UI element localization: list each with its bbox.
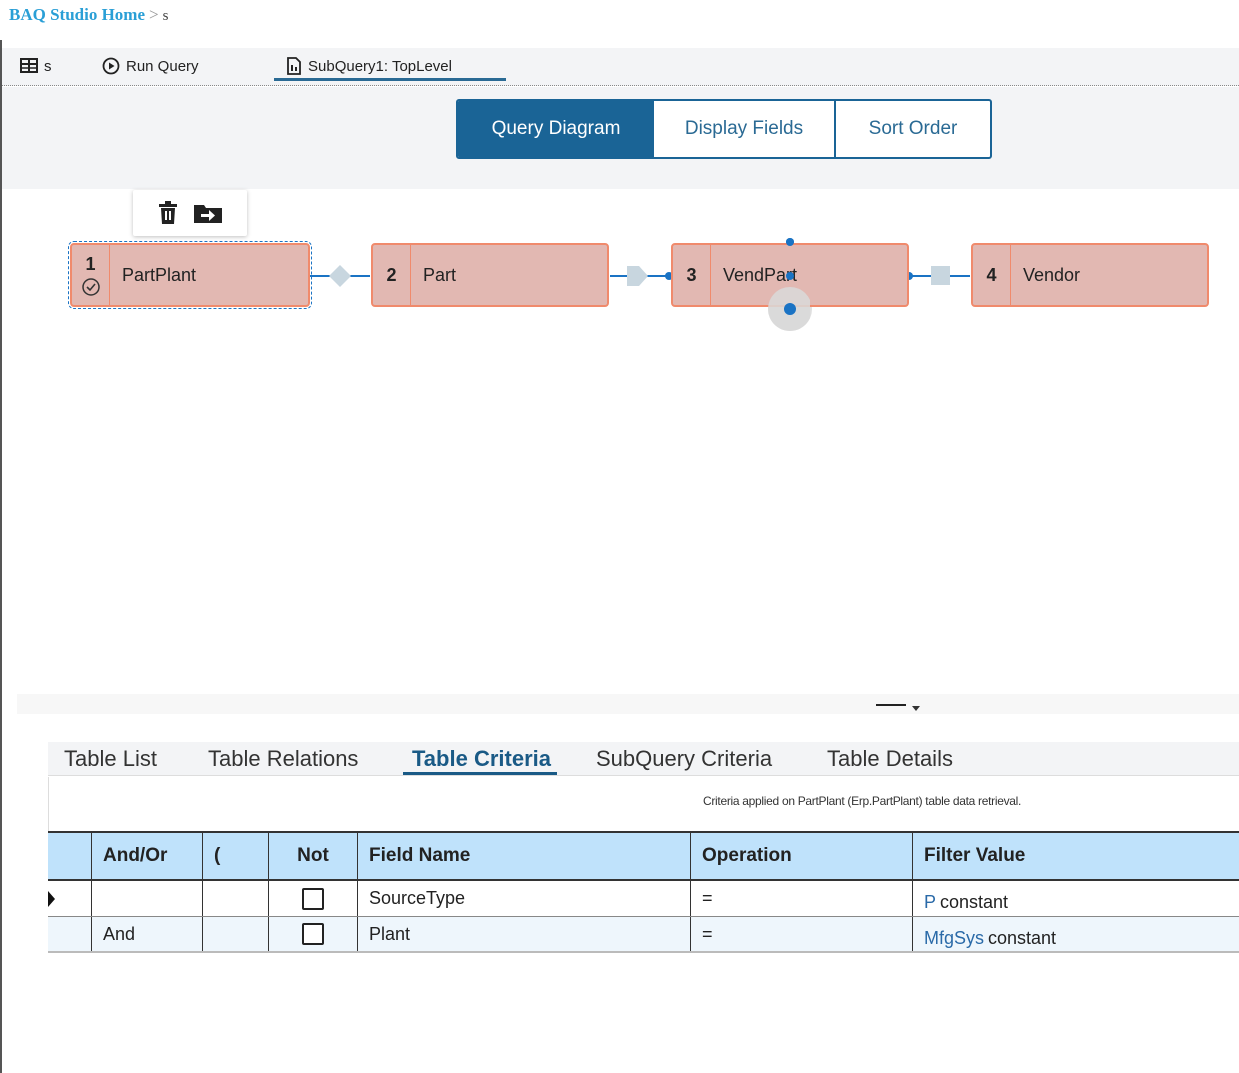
panel-splitter[interactable]: [17, 694, 1239, 714]
tab-table-criteria[interactable]: Table Criteria: [412, 742, 551, 776]
criteria-note: Criteria applied on PartPlant (Erp.PartP…: [703, 794, 1022, 808]
node-action-toolbar: [133, 190, 247, 236]
column-header-and-or[interactable]: And/Or: [92, 833, 203, 879]
not-checkbox[interactable]: [302, 923, 324, 945]
column-header-operation[interactable]: Operation: [691, 833, 913, 879]
table-row[interactable]: SourceType = Pconstant: [48, 881, 1239, 917]
table-row[interactable]: And Plant = MfgSys constant: [48, 917, 1239, 953]
cell-not: [269, 917, 358, 951]
tab-sort-order[interactable]: Sort Order: [836, 101, 990, 157]
tab-display-fields[interactable]: Display Fields: [654, 101, 836, 157]
cell-paren[interactable]: [203, 881, 269, 916]
left-border: [0, 40, 2, 1073]
grid-header-row: And/Or ( Not Field Name Operation Filter…: [48, 831, 1239, 881]
toolbar: s Run Query SubQuery1: TopLevel: [2, 48, 1239, 86]
move-node-button[interactable]: [193, 202, 223, 224]
cell-field-name[interactable]: SourceType: [358, 881, 691, 916]
run-query-label: Run Query: [126, 57, 199, 75]
column-header-not[interactable]: Not: [269, 833, 358, 879]
resize-handle-bottom: [784, 303, 796, 315]
subquery-tab-indicator: [274, 78, 506, 81]
query-name-label: s: [44, 57, 52, 75]
node-number: 3: [673, 245, 711, 305]
table-node-part[interactable]: 2 Part: [371, 243, 609, 307]
cell-operation[interactable]: =: [691, 917, 913, 951]
cell-and-or[interactable]: [92, 881, 203, 916]
column-header-filter-value[interactable]: Filter Value: [913, 833, 1239, 879]
node-number: 2: [373, 245, 411, 305]
not-checkbox[interactable]: [302, 887, 324, 910]
node-label: Vendor: [1023, 264, 1081, 285]
column-header-paren[interactable]: (: [203, 833, 269, 879]
play-circle-icon: [102, 57, 120, 75]
cell-not: [269, 881, 358, 916]
run-query-button[interactable]: Run Query: [102, 53, 199, 79]
cell-paren[interactable]: [203, 917, 269, 951]
join-square-3-4: [931, 266, 950, 285]
resize-handle-top: [786, 238, 794, 246]
subquery-tab[interactable]: SubQuery1: TopLevel: [286, 53, 452, 79]
filter-value-link[interactable]: P: [924, 892, 936, 913]
column-header-field-name[interactable]: Field Name: [358, 833, 691, 879]
tab-subquery-criteria[interactable]: SubQuery Criteria: [596, 742, 772, 776]
cell-operation[interactable]: =: [691, 881, 913, 916]
row-header-column: [48, 833, 92, 879]
node-number: 1: [72, 245, 110, 305]
join-diamond-1-2: [329, 265, 351, 287]
breadcrumb-home-link[interactable]: BAQ Studio Home: [9, 5, 145, 24]
table-node-partplant[interactable]: 1 PartPlant: [68, 241, 312, 309]
breadcrumb-current: s: [162, 8, 169, 24]
cell-filter-value[interactable]: MfgSys constant: [913, 917, 1239, 951]
tab-table-list[interactable]: Table List: [64, 742, 157, 776]
check-circle-icon: [81, 277, 100, 296]
subquery-tab-label: SubQuery1: TopLevel: [308, 57, 452, 75]
node-number: 4: [973, 245, 1011, 305]
tab-table-details[interactable]: Table Details: [827, 742, 953, 776]
row-selector[interactable]: [48, 917, 92, 951]
active-tab-indicator: [403, 772, 557, 775]
view-tabs: Query Diagram Display Fields Sort Order: [456, 99, 992, 159]
delete-node-button[interactable]: [157, 201, 179, 225]
filter-value-type: constant: [988, 927, 1057, 948]
resize-handle-center: [786, 272, 794, 280]
row-selector[interactable]: [48, 881, 92, 916]
node-label: Part: [423, 264, 457, 285]
splitter-grip-icon[interactable]: [876, 703, 920, 713]
node-handles-overlay: [768, 238, 810, 331]
table-node-vendor[interactable]: 4 Vendor: [971, 243, 1209, 307]
node-label: PartPlant: [122, 264, 197, 285]
tab-table-relations[interactable]: Table Relations: [208, 742, 358, 776]
join-arrow-2-3: [627, 266, 648, 286]
table-icon: [20, 58, 38, 73]
move-out-icon: [194, 205, 222, 223]
criteria-note-bar: Criteria applied on PartPlant (Erp.PartP…: [48, 777, 1239, 831]
current-row-arrow-icon: [48, 890, 55, 907]
cell-and-or[interactable]: And: [92, 917, 203, 951]
filter-value-link[interactable]: MfgSys: [924, 928, 984, 949]
query-name-button[interactable]: s: [20, 53, 52, 79]
breadcrumb: BAQ Studio Home > s: [9, 5, 168, 25]
trash-icon: [159, 201, 177, 224]
breadcrumb-separator: >: [149, 5, 159, 24]
cell-filter-value[interactable]: Pconstant: [913, 881, 1239, 916]
cell-field-name[interactable]: Plant: [358, 917, 691, 951]
bottom-tabs: Table List Table Relations Table Criteri…: [48, 742, 1239, 776]
document-icon: [287, 57, 301, 75]
filter-value-type: constant: [940, 892, 1009, 912]
tab-query-diagram[interactable]: Query Diagram: [458, 101, 654, 157]
